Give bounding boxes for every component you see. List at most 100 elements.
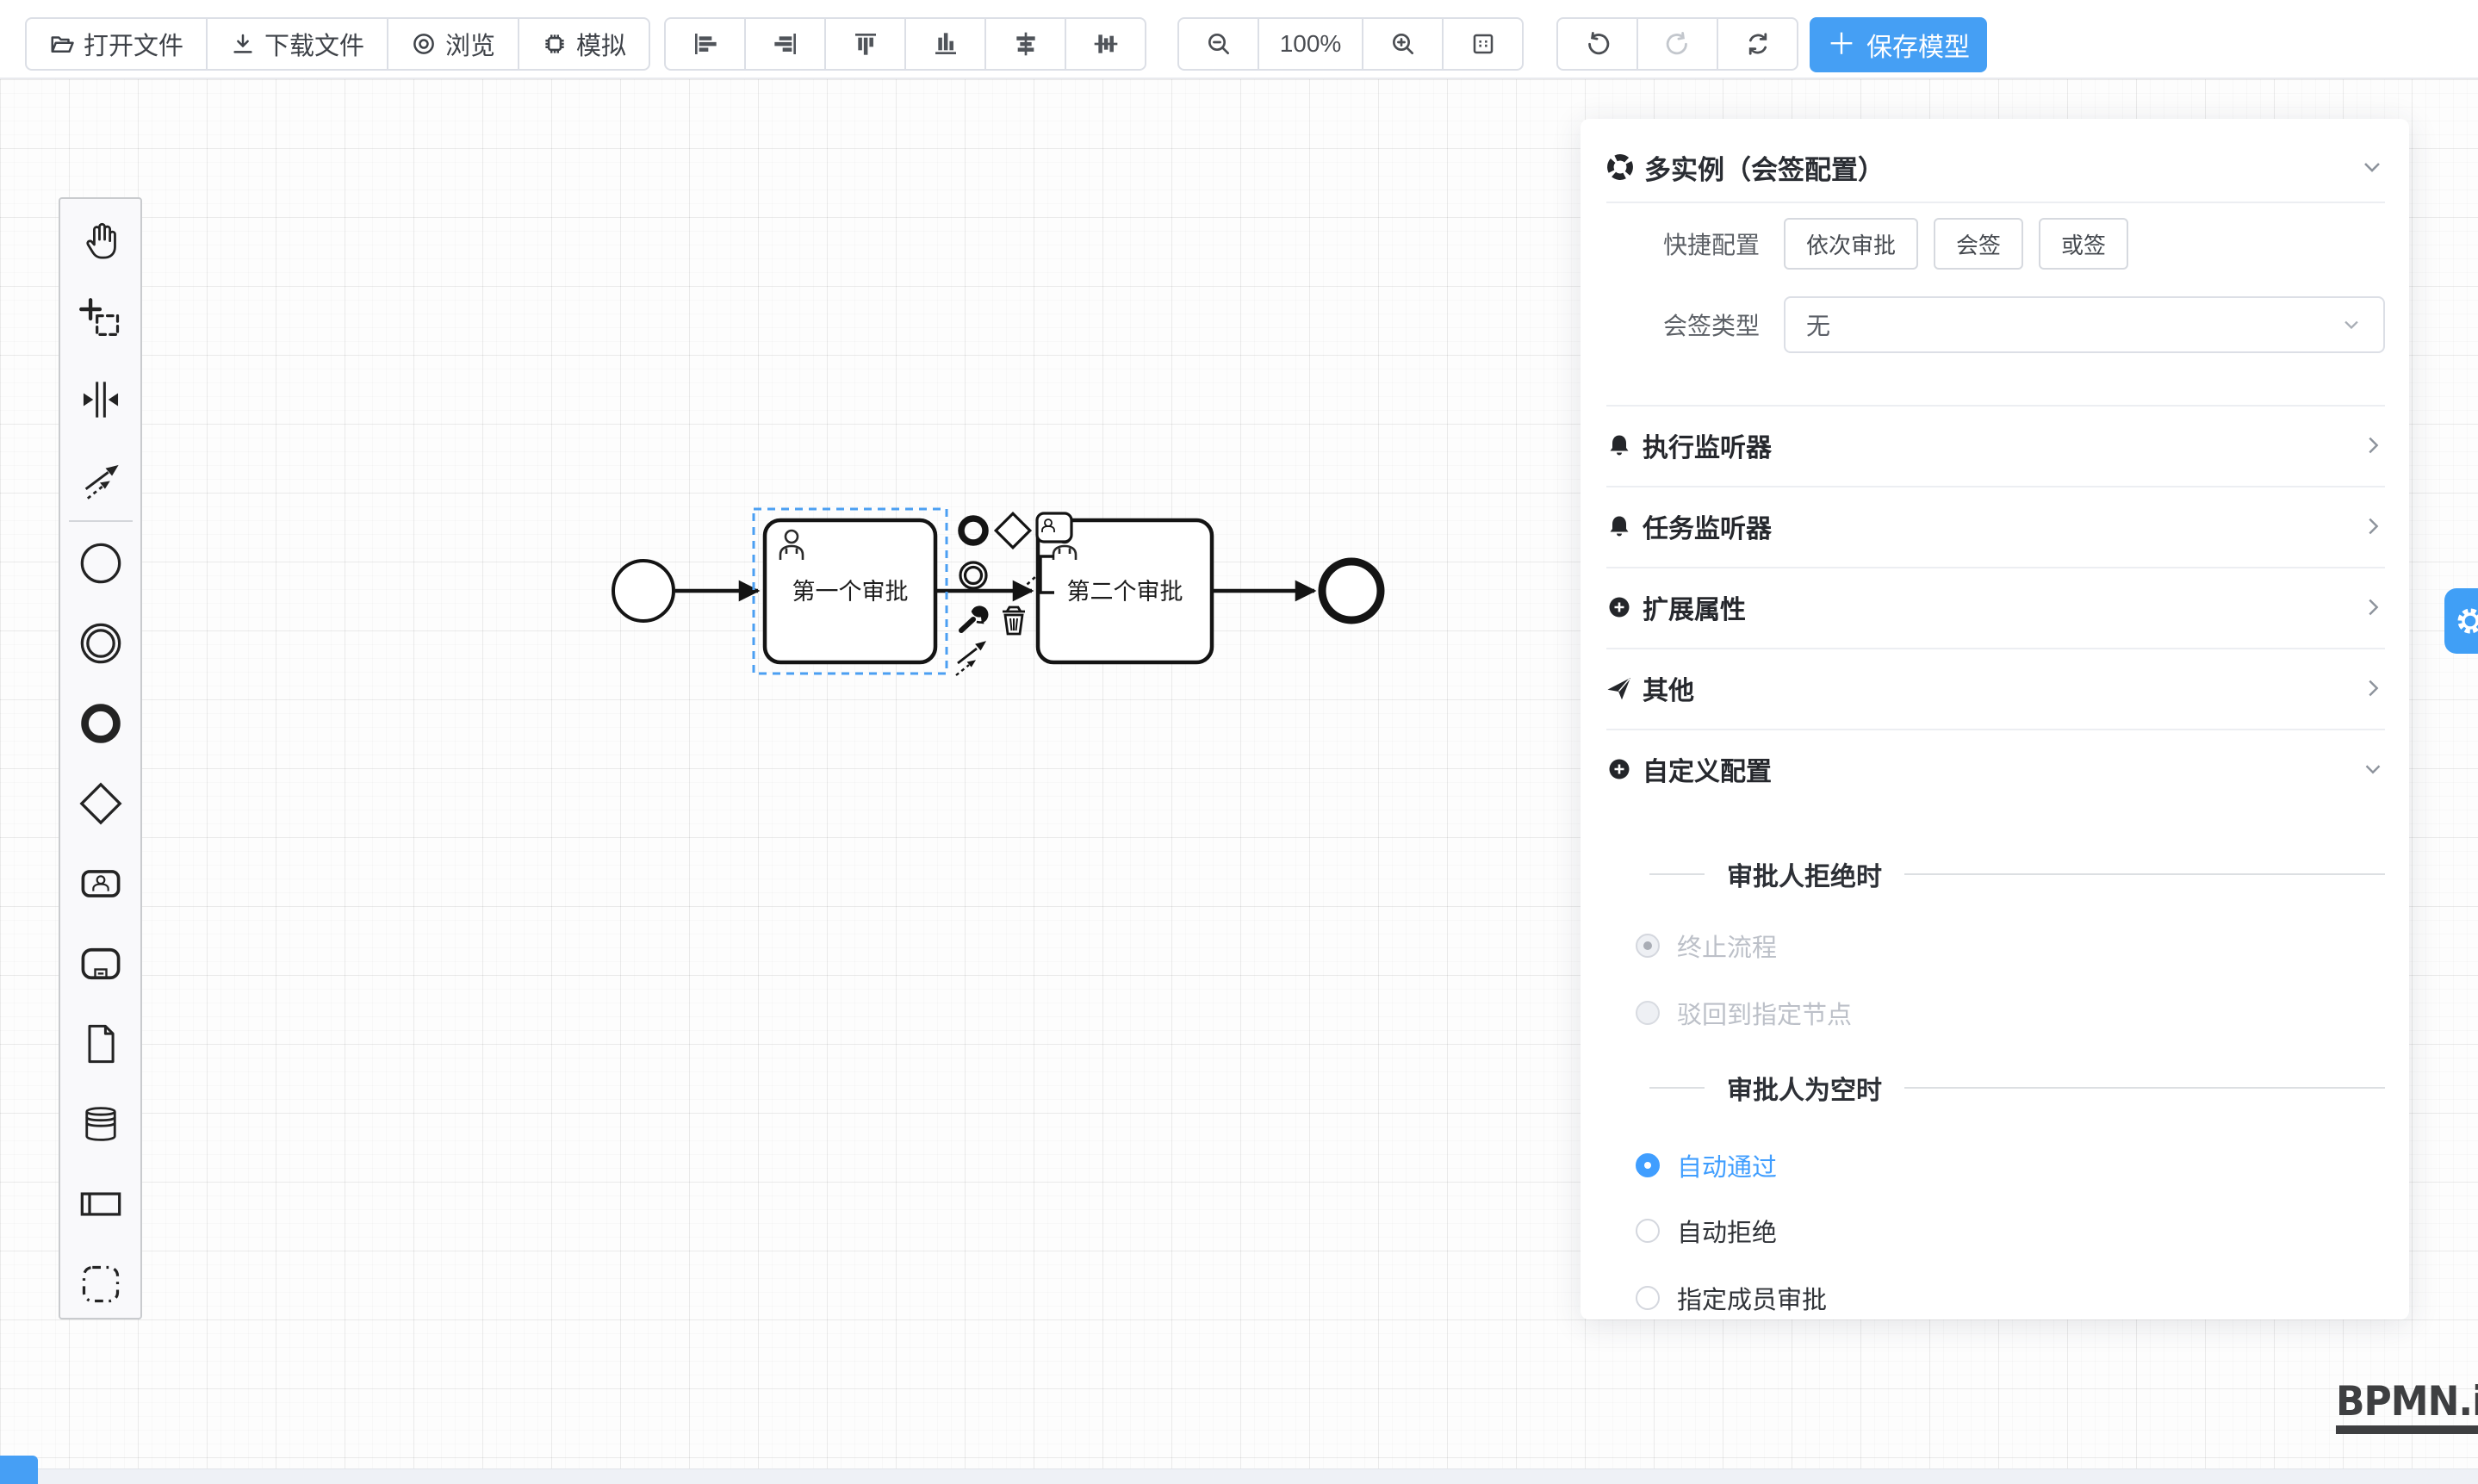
radio-return-to-node[interactable]: 驳回到指定节点 [1636,998,1852,1028]
wrench-icon[interactable] [961,607,987,630]
zoom-fit-icon [1469,30,1497,58]
align-top-button[interactable] [824,17,906,71]
palette [59,197,142,1319]
corner-widget[interactable] [0,1456,38,1484]
create-data-object[interactable] [60,1003,140,1084]
preview-label: 浏览 [445,26,495,62]
create-subprocess[interactable] [60,923,140,1003]
panel-header[interactable]: 多实例（会签配置） [1606,138,2385,196]
undo-button[interactable] [1556,17,1638,71]
section-execution-listener[interactable]: 执行监听器 [1581,405,2409,486]
align-center-horizontal-icon [1012,30,1040,58]
space-tool[interactable] [60,359,140,439]
create-participant[interactable] [60,1164,140,1244]
simulate-label: 模拟 [576,26,626,62]
zoom-level-display[interactable]: 100% [1258,17,1363,71]
radio-label: 终止流程 [1677,928,1777,964]
radio-label: 自动拒绝 [1677,1213,1777,1249]
end-event-shape[interactable] [1322,562,1381,620]
quick-option-orsign[interactable]: 或签 [2039,218,2128,270]
radio-label: 自动通过 [1677,1147,1777,1183]
quick-option-label: 依次审批 [1806,228,1896,260]
bell-icon [1606,513,1632,539]
radio-assign-member[interactable]: 指定成员审批 [1636,1283,1827,1313]
chevron-right-icon [2361,595,2385,619]
zoom-in-button[interactable] [1362,17,1444,71]
connect-icon [78,457,123,502]
align-bottom-icon [932,30,960,58]
connect-tool-icon[interactable] [956,642,985,675]
sign-type-row: 会签类型 无 [1606,296,2385,353]
create-end-event[interactable] [60,683,140,763]
group-title-text: 审批人为空时 [1727,1069,1882,1107]
panel-title: 多实例（会签配置） [1644,148,2349,187]
append-intermediate-event-icon[interactable] [960,562,986,588]
create-intermediate-event[interactable] [60,603,140,683]
open-file-button[interactable]: 打开文件 [25,17,208,71]
append-gateway-icon[interactable] [996,513,1030,548]
task-first-approval[interactable]: 第一个审批 [765,520,935,662]
zoom-in-icon [1389,30,1417,58]
align-center-horizontal-button[interactable] [984,17,1066,71]
append-user-task-icon[interactable] [1037,513,1071,542]
chevron-right-icon [2361,514,2385,538]
divider [1606,202,2385,203]
logo-underline [2336,1425,2478,1434]
section-custom-config[interactable]: 自定义配置 [1581,729,2409,810]
hand-tool[interactable] [60,199,140,279]
align-bottom-button[interactable] [904,17,986,71]
global-connect-tool[interactable] [60,439,140,519]
task-label: 第二个审批 [1067,579,1183,605]
radio-auto-reject[interactable]: 自动拒绝 [1636,1216,1777,1245]
quick-option-countersign[interactable]: 会签 [1934,218,2023,270]
chip-icon [542,31,568,57]
radio-label: 驳回到指定节点 [1677,995,1852,1031]
append-end-event-icon[interactable] [961,518,985,543]
align-center-vertical-button[interactable] [1065,17,1146,71]
lasso-tool[interactable] [60,279,140,359]
radio-label: 指定成员审批 [1677,1280,1827,1316]
quick-option-label: 会签 [1956,228,2001,260]
simulate-button[interactable]: 模拟 [518,17,650,71]
section-label: 任务监听器 [1643,507,2361,545]
download-file-button[interactable]: 下载文件 [206,17,388,71]
align-right-button[interactable] [744,17,826,71]
bpmn-io-logo[interactable]: BPMN.iO [2336,1380,2478,1434]
palette-separator [69,520,133,522]
zoom-fit-button[interactable] [1442,17,1524,71]
space-tool-icon [78,377,123,422]
radio-auto-pass[interactable]: 自动通过 [1636,1151,1777,1180]
align-left-button[interactable] [664,17,746,71]
quick-option-sequential[interactable]: 依次审批 [1784,218,1918,270]
sign-type-value: 无 [1806,307,2340,342]
section-label: 其他 [1643,669,2361,707]
save-model-button[interactable]: ＋ 保存模型 [1810,17,1987,72]
redo-button[interactable] [1636,17,1718,71]
create-data-store[interactable] [60,1084,140,1164]
section-other[interactable]: 其他 [1581,648,2409,729]
radio-icon [1636,1219,1660,1243]
user-task-icon [78,861,123,906]
start-event-shape[interactable] [613,561,674,621]
create-start-event[interactable] [60,523,140,603]
data-store-icon [78,1102,123,1146]
task-label: 第一个审批 [792,579,909,605]
preview-button[interactable]: 浏览 [387,17,519,71]
settings-tab[interactable] [2444,588,2478,654]
section-task-listener[interactable]: 任务监听器 [1581,486,2409,567]
create-gateway[interactable] [60,763,140,843]
sign-type-select[interactable]: 无 [1784,296,2385,353]
subprocess-icon [78,941,123,986]
trash-icon[interactable] [1003,607,1025,634]
reject-group-title: 审批人拒绝时 [1606,857,2385,891]
radio-icon [1636,1153,1660,1177]
plus-icon: ＋ [1827,30,1856,59]
create-user-task[interactable] [60,843,140,923]
zoom-level-label: 100% [1280,30,1342,58]
open-file-label: 打开文件 [84,26,183,62]
section-extended-properties[interactable]: 扩展属性 [1581,567,2409,648]
radio-terminate-process[interactable]: 终止流程 [1636,931,1777,960]
create-group[interactable] [60,1244,140,1324]
zoom-out-button[interactable] [1177,17,1259,71]
refresh-button[interactable] [1717,17,1798,71]
